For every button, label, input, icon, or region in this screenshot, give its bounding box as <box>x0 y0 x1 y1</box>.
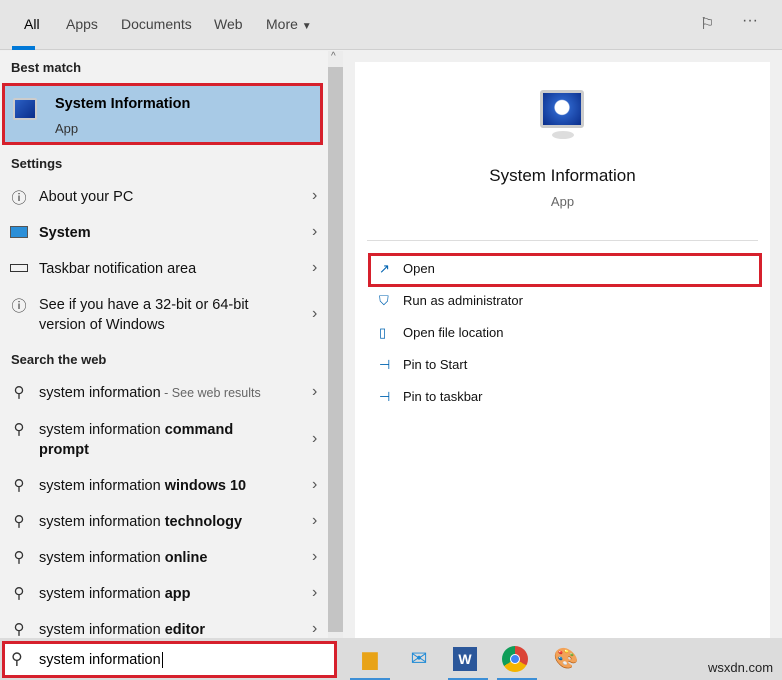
web-query-bold: editor <box>164 622 205 638</box>
action-run-as-admin[interactable]: ⛉ Run as administrator <box>379 293 523 309</box>
action-label: Open <box>403 261 435 276</box>
tab-more[interactable]: More ▼ <box>266 16 312 32</box>
chevron-right-icon[interactable]: › <box>312 620 317 638</box>
best-match-title: System Information <box>55 96 191 112</box>
web-query: system information <box>39 622 165 638</box>
mail-icon[interactable]: ✉ <box>404 644 434 674</box>
web-query-bold: prompt <box>39 442 89 458</box>
item-label-line2: version of Windows <box>39 317 165 333</box>
more-options-icon[interactable]: ··· <box>742 12 758 30</box>
preview-subtitle: App <box>550 194 575 209</box>
word-icon[interactable]: W <box>453 647 477 671</box>
see-web-results: - See web results <box>160 386 261 400</box>
web-query: system information <box>39 550 165 566</box>
item-label-line1: See if you have a 32-bit or 64-bit <box>39 297 249 313</box>
best-match-item[interactable]: System Information App <box>2 83 323 145</box>
web-query-bold: technology <box>164 514 243 530</box>
web-query-bold: windows 10 <box>164 478 247 494</box>
search-icon: ⚲ <box>13 421 25 438</box>
chevron-right-icon[interactable]: › <box>312 512 317 530</box>
chevron-right-icon[interactable]: › <box>312 187 317 205</box>
monitor-stand <box>552 131 574 139</box>
tab-documents[interactable]: Documents <box>121 16 192 32</box>
chevron-right-icon[interactable]: › <box>312 305 317 323</box>
search-input[interactable]: system information <box>39 652 163 668</box>
watermark: wsxdn.com <box>708 660 774 675</box>
chrome-icon[interactable] <box>502 646 528 672</box>
scroll-up-icon[interactable]: ^ <box>331 51 336 62</box>
tab-web[interactable]: Web <box>214 16 243 32</box>
file-icon: ▯ <box>379 325 387 340</box>
chevron-right-icon[interactable]: › <box>312 259 317 277</box>
action-open-file-location[interactable]: ▯ Open file location <box>379 325 503 341</box>
chevron-right-icon[interactable]: › <box>312 476 317 494</box>
web-query-bold: command <box>164 422 234 438</box>
search-icon: ⚲ <box>13 477 25 494</box>
web-query: system information <box>39 514 165 530</box>
action-open[interactable]: ↗ Open <box>379 261 435 277</box>
search-icon: ⚲ <box>11 651 23 668</box>
search-icon: ⚲ <box>13 621 25 638</box>
item-label: Taskbar notification area <box>39 261 197 277</box>
scrollbar[interactable]: ^ <box>328 51 343 638</box>
best-match-heading: Best match <box>11 60 82 75</box>
feedback-icon[interactable]: ⚐ <box>700 14 714 34</box>
search-icon: ⚲ <box>13 384 25 401</box>
search-box[interactable]: ⚲ system information <box>2 641 337 678</box>
web-query: system information <box>39 422 165 438</box>
active-tab-indicator <box>12 46 35 50</box>
info-icon: ⓘ <box>11 298 27 315</box>
chevron-right-icon[interactable]: › <box>312 584 317 602</box>
system-information-large-icon <box>540 90 584 128</box>
item-label: System <box>39 225 91 241</box>
chevron-right-icon[interactable]: › <box>312 548 317 566</box>
best-match-subtitle: App <box>55 121 79 136</box>
item-label: See if you have a 32-bit or 64-bit versio… <box>39 295 249 335</box>
open-icon: ↗ <box>379 261 390 276</box>
web-query-bold: app <box>164 586 191 602</box>
search-web-heading: Search the web <box>11 352 107 367</box>
pin-icon: ⊣ <box>379 357 391 372</box>
action-label: Run as administrator <box>403 293 523 308</box>
taskbar-icon <box>10 264 28 272</box>
action-pin-start[interactable]: ⊣ Pin to Start <box>379 357 467 373</box>
action-label: Open file location <box>403 325 504 340</box>
settings-heading: Settings <box>11 156 63 171</box>
divider <box>367 240 758 241</box>
web-query: system information <box>39 586 165 602</box>
preview-panel: System Information App ↗ Open ⛉ Run as adm… <box>355 62 770 638</box>
tab-more-label: More <box>266 16 298 32</box>
search-icon: ⚲ <box>13 549 25 566</box>
action-label: Pin to Start <box>403 357 468 372</box>
tab-all[interactable]: All <box>24 16 40 32</box>
paint-icon[interactable]: 🎨 <box>551 644 581 674</box>
chevron-right-icon[interactable]: › <box>312 430 317 448</box>
preview-title: System Information <box>489 166 636 185</box>
scrollbar-thumb[interactable] <box>328 67 343 632</box>
pin-icon: ⊣ <box>379 389 391 404</box>
caret-down-icon: ▼ <box>301 21 312 32</box>
system-information-icon <box>13 98 37 120</box>
info-icon: ⓘ <box>11 190 27 207</box>
search-icon: ⚲ <box>13 585 25 602</box>
action-pin-taskbar[interactable]: ⊣ Pin to taskbar <box>379 389 483 405</box>
web-query-bold: online <box>164 550 208 566</box>
monitor-icon <box>10 226 28 238</box>
web-query: system information <box>39 478 165 494</box>
item-label: About your PC <box>39 189 134 205</box>
web-query: system information <box>39 385 161 401</box>
file-explorer-icon[interactable]: ▆ <box>355 644 385 674</box>
action-label: Pin to taskbar <box>403 389 483 404</box>
filter-tab-bar: All Apps Documents Web More ▼ ⚐ ··· <box>0 0 782 50</box>
shield-icon: ⛉ <box>379 293 389 308</box>
tab-apps[interactable]: Apps <box>66 16 98 32</box>
chevron-right-icon[interactable]: › <box>312 223 317 241</box>
search-icon: ⚲ <box>13 513 25 530</box>
chevron-right-icon[interactable]: › <box>312 383 317 401</box>
